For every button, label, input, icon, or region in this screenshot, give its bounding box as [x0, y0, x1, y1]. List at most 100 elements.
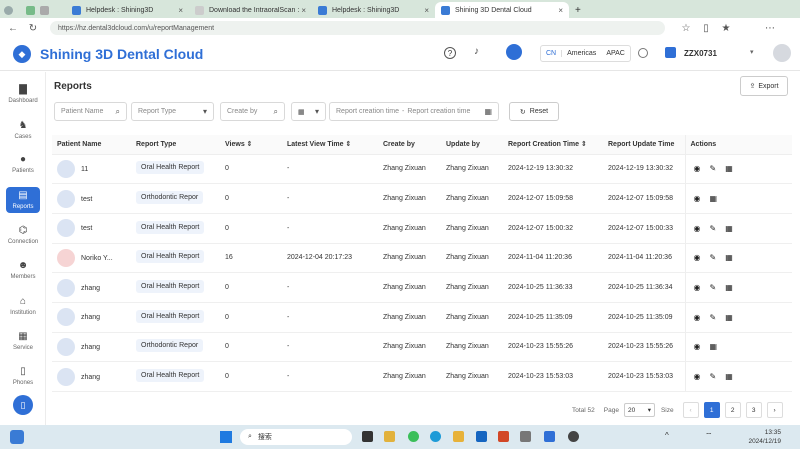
sidebar-item-cases[interactable]: ♞ Cases — [0, 120, 46, 140]
clock[interactable]: 13:35 2024/12/19 — [735, 428, 781, 446]
tray-chevron-icon[interactable]: ^ — [665, 431, 669, 440]
bell-icon[interactable]: ♪ — [474, 46, 479, 57]
phone-app-button[interactable]: ▯ — [13, 395, 33, 415]
view-icon[interactable]: ◉ — [694, 164, 701, 173]
edit-icon[interactable]: ✎ — [709, 253, 716, 262]
qr-code-icon[interactable]: ▦ — [709, 194, 717, 203]
patient-name-filter[interactable]: Patient Name ⌕ — [54, 102, 127, 121]
qr-code-icon[interactable]: ▦ — [725, 313, 733, 322]
region-cn[interactable]: CN — [541, 50, 563, 57]
url-field[interactable]: https://hz.dental3dcloud.com/u/reportMan… — [50, 21, 665, 35]
outlook-icon[interactable] — [476, 431, 487, 442]
device-icon[interactable] — [506, 44, 522, 60]
wifi-icon[interactable]: ⌔ — [705, 431, 713, 441]
creation-time-range[interactable]: Report creation time - Report creation tim… — [329, 102, 499, 121]
new-tab-icon[interactable]: + — [569, 2, 589, 18]
sort-icon[interactable]: ⇕ — [581, 141, 587, 148]
file-explorer-icon[interactable] — [384, 431, 395, 442]
workspace-icons[interactable] — [20, 2, 66, 18]
table-row[interactable]: 11 Oral Health Report 0- Zhang Zixuan Zhang … — [52, 154, 792, 185]
close-icon[interactable]: × — [301, 6, 306, 15]
table-row[interactable]: test Orthodontic Repor 0- Zhang Zixuan Zhang… — [52, 183, 792, 214]
create-by-filter[interactable]: Create by ⌕ — [220, 102, 285, 121]
patient-cell[interactable]: zhang — [52, 272, 131, 303]
table-row[interactable]: zhang Oral Health Report 0- Zhang Zixuan Zha… — [52, 272, 792, 303]
region-americas[interactable]: Americas — [562, 50, 601, 57]
profile-icon[interactable] — [0, 2, 20, 18]
close-icon[interactable]: × — [558, 6, 563, 15]
sidebar-item-reports[interactable]: ▤ Reports — [6, 187, 40, 213]
view-icon[interactable]: ◉ — [694, 253, 701, 262]
sidebar-item-connection[interactable]: ⌬ Connection — [0, 225, 46, 245]
table-row[interactable]: zhang Orthodontic Repor 0- Zhang Zixuan Zhan… — [52, 332, 792, 363]
sidebar-item-members[interactable]: ☻ Members — [0, 260, 46, 280]
whatsapp-icon[interactable] — [408, 431, 419, 442]
back-icon[interactable]: ← — [6, 23, 20, 34]
patient-cell[interactable]: zhang — [52, 302, 131, 333]
patient-cell[interactable]: zhang — [52, 361, 131, 392]
favorite-icon[interactable]: ☆ — [679, 23, 693, 34]
prev-page-button[interactable]: ‹ — [682, 402, 699, 418]
view-icon[interactable]: ◉ — [694, 283, 701, 292]
patient-cell[interactable]: test — [52, 213, 131, 244]
sort-icon[interactable]: ⇕ — [346, 141, 352, 148]
qr-code-icon[interactable]: ▦ — [725, 253, 733, 262]
table-row[interactable]: test Oral Health Report 0- Zhang Zixuan Zhan… — [52, 213, 792, 244]
edit-icon[interactable]: ✎ — [709, 283, 716, 292]
app-icon[interactable] — [520, 431, 531, 442]
info-icon[interactable] — [638, 48, 648, 58]
browser-tab[interactable]: Helpdesk : Shining3D × — [312, 2, 435, 18]
chrome-icon[interactable] — [568, 431, 579, 442]
qr-code-icon[interactable]: ▦ — [725, 372, 733, 381]
avatar[interactable] — [773, 44, 791, 62]
folder-icon[interactable] — [453, 431, 464, 442]
patient-cell[interactable]: test — [52, 183, 131, 214]
patient-cell[interactable]: zhang — [52, 332, 131, 363]
col-creation-time[interactable]: Report Creation Time ⇕ — [503, 135, 603, 155]
patient-cell[interactable]: 11 — [52, 154, 131, 185]
taskbar-search[interactable]: ⌕ 搜索 — [240, 429, 352, 445]
edit-icon[interactable]: ✎ — [709, 313, 716, 322]
view-icon[interactable]: ◉ — [694, 342, 701, 351]
shining3d-app-icon[interactable] — [544, 431, 555, 442]
page-2[interactable]: 2 — [724, 402, 741, 418]
qr-code-icon[interactable]: ▦ — [725, 283, 733, 292]
table-row[interactable]: zhang Oral Health Report 0- Zhang Zixuan Zha… — [52, 361, 792, 392]
view-icon[interactable]: ◉ — [694, 372, 701, 381]
taskview-icon[interactable] — [362, 431, 373, 442]
table-row[interactable]: Noriko Y... Oral Health Report 16 2024-12-0… — [52, 243, 792, 274]
close-icon[interactable]: × — [178, 6, 183, 15]
export-button[interactable]: ⇪ Export — [740, 76, 788, 96]
region-apac[interactable]: APAC — [601, 50, 630, 57]
sort-icon[interactable]: ⇕ — [247, 141, 253, 148]
date-type-select[interactable]: ▦ ▾ — [291, 102, 326, 121]
qr-code-icon[interactable]: ▦ — [725, 164, 733, 173]
reset-button[interactable]: ↻ Reset — [509, 102, 559, 121]
edit-icon[interactable]: ✎ — [709, 372, 716, 381]
edge-icon[interactable] — [430, 431, 441, 442]
col-views[interactable]: Views ⇕ — [220, 135, 282, 155]
edit-icon[interactable]: ✎ — [709, 224, 716, 233]
edit-icon[interactable]: ✎ — [709, 164, 716, 173]
more-icon[interactable]: ⋯ — [763, 23, 777, 34]
table-row[interactable]: zhang Oral Health Report 0- Zhang Zixuan Zha… — [52, 302, 792, 333]
browser-tab[interactable]: Helpdesk : Shining3D × — [66, 2, 189, 18]
split-icon[interactable]: ▯ — [699, 23, 713, 34]
sidebar-item-patients[interactable]: ● Patients — [0, 154, 46, 174]
windows-start-icon[interactable] — [220, 431, 232, 443]
page-size-select[interactable]: 20 ▾ — [623, 403, 655, 417]
sidebar-item-dashboard[interactable]: ▇ Dashboard — [0, 84, 46, 104]
patient-cell[interactable]: Noriko Y... — [52, 243, 131, 274]
report-type-filter[interactable]: Report Type ▾ — [131, 102, 214, 121]
page-1[interactable]: 1 — [703, 402, 720, 418]
col-latest-view-time[interactable]: Latest View Time ⇕ — [282, 135, 378, 155]
sidebar-item-institution[interactable]: ⌂ Institution — [0, 296, 46, 316]
view-icon[interactable]: ◉ — [694, 224, 701, 233]
view-icon[interactable]: ◉ — [694, 194, 701, 203]
page-3[interactable]: 3 — [745, 402, 762, 418]
help-icon[interactable]: ? — [444, 47, 456, 59]
sidebar-item-service[interactable]: ▦ Service — [0, 331, 46, 351]
browser-tab[interactable]: Download the IntraoralScan : Den× — [189, 2, 312, 18]
next-page-button[interactable]: › — [766, 402, 783, 418]
collections-icon[interactable]: ★ — [719, 23, 733, 34]
